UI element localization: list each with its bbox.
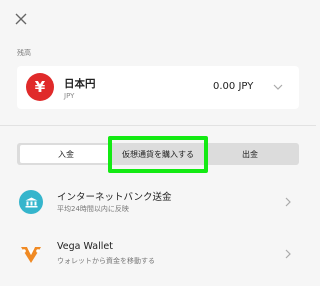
chevron-right-icon [285, 197, 291, 207]
tab-deposit[interactable]: 入金 [20, 145, 112, 163]
bank-transfer-title: インターネットバンク送金 [57, 192, 172, 203]
close-button[interactable] [11, 9, 31, 29]
chevron-down-icon [273, 84, 283, 90]
deposit-panel: 残高 ¥ 日本円 JPY 0.00 JPY 入金 仮想通貨を購入する 出金 イン… [0, 0, 316, 286]
method-tabs: 入金 仮想通貨を購入する 出金 [17, 143, 299, 165]
balance-section-label: 残高 [17, 49, 31, 57]
vega-wallet-title: Vega Wallet [57, 241, 113, 252]
divider [0, 125, 316, 126]
list-item-vega-wallet[interactable]: Vega Wallet ウォレットから資金を移動する [0, 236, 316, 276]
chevron-right-icon [285, 249, 291, 259]
currency-selector[interactable]: ¥ 日本円 JPY 0.00 JPY [17, 66, 299, 109]
close-icon [15, 13, 27, 25]
bank-icon [19, 190, 43, 214]
bank-transfer-subtitle: 平均24時間以内に反映 [57, 205, 129, 213]
balance-amount: 0.00 JPY [213, 81, 254, 92]
vega-wallet-subtitle: ウォレットから資金を移動する [57, 257, 155, 265]
tab-withdraw[interactable]: 出金 [204, 145, 296, 163]
tab-buy-crypto[interactable]: 仮想通貨を購入する [112, 145, 204, 163]
currency-name: 日本円 [64, 78, 96, 90]
list-item-bank-transfer[interactable]: インターネットバンク送金 平均24時間以内に反映 [0, 184, 316, 224]
currency-code: JPY [64, 92, 75, 100]
yen-icon: ¥ [26, 73, 54, 101]
vega-wallet-icon [21, 247, 41, 263]
